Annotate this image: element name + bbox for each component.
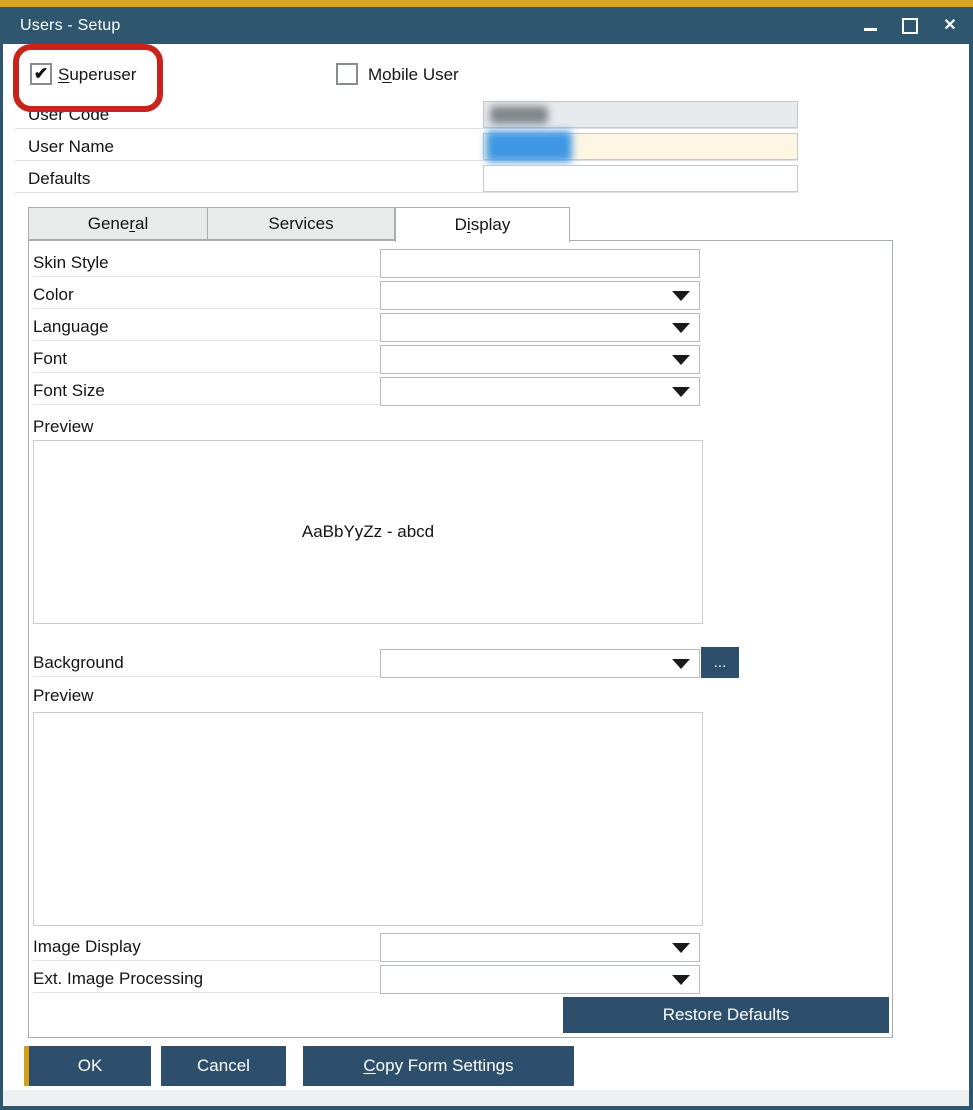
font-label: Font bbox=[33, 345, 363, 372]
font-preview-text: AaBbYyZz - abcd bbox=[302, 522, 434, 542]
window-bottom-strip bbox=[3, 1090, 969, 1106]
cancel-button[interactable]: Cancel bbox=[161, 1046, 286, 1086]
titlebar: Users - Setup ✕ bbox=[0, 7, 973, 44]
superuser-checkbox[interactable]: ✔ bbox=[30, 63, 52, 85]
redacted-selection-blur bbox=[486, 131, 572, 162]
color-label: Color bbox=[33, 281, 363, 308]
color-dropdown[interactable] bbox=[380, 281, 700, 310]
font-preview-box: AaBbYyZz - abcd bbox=[33, 440, 703, 624]
maximize-icon bbox=[902, 18, 918, 34]
user-code-field bbox=[483, 101, 798, 128]
language-dropdown[interactable] bbox=[380, 313, 700, 342]
image-display-dropdown[interactable] bbox=[380, 933, 700, 962]
background-dropdown[interactable] bbox=[380, 649, 700, 678]
window-controls: ✕ bbox=[861, 7, 959, 44]
skin-style-field bbox=[380, 249, 700, 278]
user-name-field[interactable] bbox=[483, 133, 798, 160]
chevron-down-icon bbox=[672, 943, 690, 953]
row-separator bbox=[15, 192, 798, 193]
window-border-left bbox=[0, 44, 3, 1106]
defaults-label: Defaults bbox=[28, 165, 328, 192]
ext-image-processing-label: Ext. Image Processing bbox=[33, 965, 363, 992]
background-preview-box bbox=[33, 712, 703, 926]
tab-general[interactable]: General bbox=[28, 207, 208, 240]
row-separator bbox=[15, 128, 798, 129]
ok-button[interactable]: OK bbox=[24, 1046, 151, 1086]
display-tab-panel: Skin Style Color Language Font Font Size… bbox=[28, 240, 893, 1038]
window-border-right bbox=[969, 44, 973, 1106]
language-label: Language bbox=[33, 313, 363, 340]
tab-services[interactable]: Services bbox=[208, 207, 395, 240]
check-icon: ✔ bbox=[34, 65, 48, 83]
minimize-icon bbox=[864, 28, 877, 31]
window-top-accent bbox=[0, 0, 973, 7]
chevron-down-icon bbox=[672, 659, 690, 669]
redacted-value-blur bbox=[490, 106, 548, 124]
preview-label: Preview bbox=[33, 413, 363, 440]
font-dropdown[interactable] bbox=[380, 345, 700, 374]
preview2-label: Preview bbox=[33, 682, 363, 709]
close-icon: ✕ bbox=[943, 17, 956, 35]
mobile-user-label: Mobile User bbox=[368, 64, 459, 86]
background-browse-button[interactable]: ... bbox=[701, 647, 739, 678]
defaults-field[interactable] bbox=[483, 165, 798, 192]
window-title: Users - Setup bbox=[0, 17, 120, 35]
superuser-label: Superuser bbox=[58, 64, 136, 86]
font-size-label: Font Size bbox=[33, 377, 363, 404]
tab-display[interactable]: Display bbox=[395, 207, 570, 242]
chevron-down-icon bbox=[672, 975, 690, 985]
ext-image-processing-dropdown[interactable] bbox=[380, 965, 700, 994]
chevron-down-icon bbox=[672, 355, 690, 365]
copy-form-settings-button[interactable]: Copy Form Settings bbox=[303, 1046, 574, 1086]
font-size-dropdown[interactable] bbox=[380, 377, 700, 406]
chevron-down-icon bbox=[672, 291, 690, 301]
user-name-label: User Name bbox=[28, 133, 328, 160]
maximize-button[interactable] bbox=[901, 17, 919, 35]
user-code-label: User Code bbox=[28, 101, 328, 128]
skin-style-label: Skin Style bbox=[33, 249, 363, 276]
restore-defaults-button[interactable]: Restore Defaults bbox=[563, 997, 889, 1033]
background-label: Background bbox=[33, 649, 363, 676]
image-display-label: Image Display bbox=[33, 933, 363, 960]
mobile-user-checkbox[interactable] bbox=[336, 63, 358, 85]
window-border-bottom bbox=[0, 1106, 973, 1110]
minimize-button[interactable] bbox=[861, 17, 879, 35]
chevron-down-icon bbox=[672, 323, 690, 333]
chevron-down-icon bbox=[672, 387, 690, 397]
row-separator bbox=[15, 160, 798, 161]
close-button[interactable]: ✕ bbox=[941, 17, 959, 35]
